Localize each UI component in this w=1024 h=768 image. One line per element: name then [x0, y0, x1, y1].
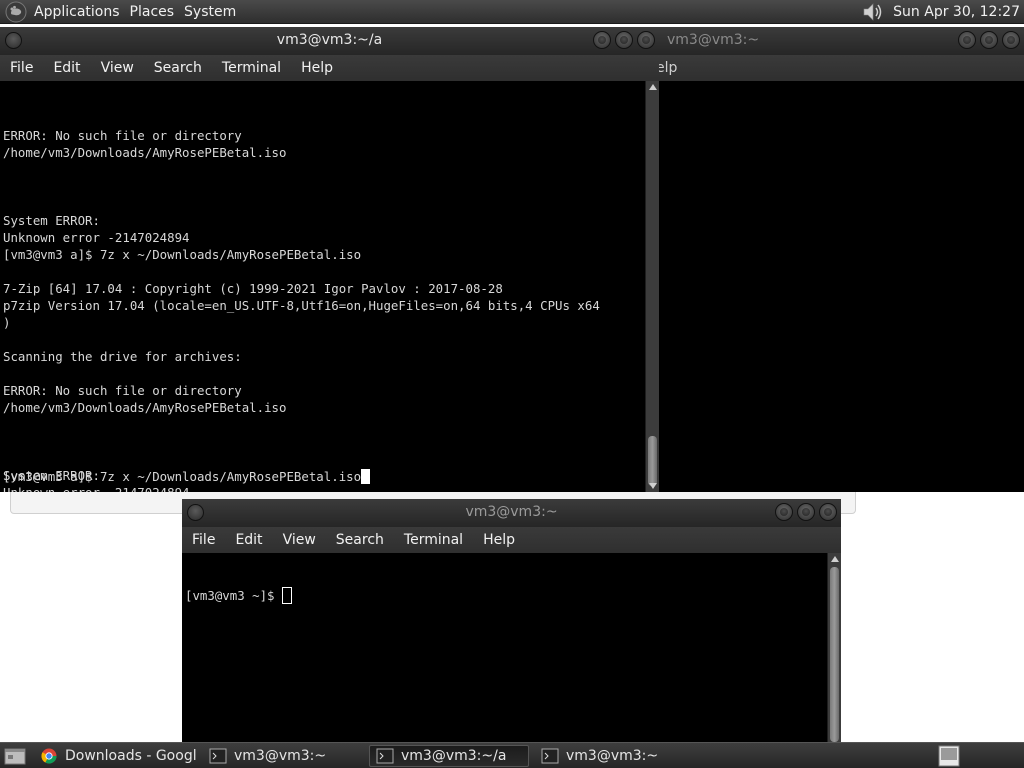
menu-bar: File Edit View Search Terminal Help — [182, 527, 841, 553]
taskbar-item-terminal-home[interactable]: vm3@vm3:~ — [203, 745, 363, 767]
close-button[interactable] — [1002, 31, 1020, 49]
terminal-line: ERROR: No such file or directory — [3, 383, 242, 398]
scrollbar[interactable] — [827, 553, 841, 742]
taskbar-item-label: vm3@vm3:~/a — [401, 747, 507, 764]
title-bar[interactable]: vm3@vm3:~ — [182, 499, 841, 527]
terminal-output[interactable]: ERROR: No such file or directory/home/vm… — [0, 81, 645, 492]
window-title: vm3@vm3:~ — [465, 504, 558, 520]
top-panel: Applications Places System Sun Apr 30, 1… — [0, 0, 1024, 24]
close-button[interactable] — [637, 31, 655, 49]
maximize-button[interactable] — [797, 503, 815, 521]
menu-edit[interactable]: Edit — [225, 532, 272, 548]
maximize-button[interactable] — [980, 31, 998, 49]
menu-terminal[interactable]: Terminal — [394, 532, 473, 548]
taskbar-item-label: vm3@vm3:~ — [234, 747, 327, 764]
terminal-output[interactable]: [vm3@vm3 ~]$ — [182, 553, 827, 742]
workspace-switcher-icon[interactable] — [938, 745, 960, 767]
scrollbar[interactable] — [645, 81, 659, 492]
menu-help[interactable]: Help — [291, 60, 343, 76]
taskbar-item-label: Downloads - Google... — [65, 747, 197, 764]
menu-bar: elp — [640, 55, 1024, 81]
window-title: vm3@vm3:~/a — [276, 32, 383, 48]
terminal-window-bottom[interactable]: vm3@vm3:~ File Edit View Search Terminal… — [182, 499, 841, 742]
scroll-up-arrow[interactable] — [831, 556, 839, 562]
text-cursor — [281, 587, 292, 604]
terminal-line: System ERROR: — [3, 213, 100, 228]
title-bar[interactable]: vm3@vm3:~ — [640, 27, 1024, 55]
taskbar-item-terminal-a[interactable]: vm3@vm3:~/a — [369, 744, 529, 767]
terminal-line: /home/vm3/Downloads/AmyRosePEBetal.iso — [3, 400, 287, 415]
terminal-line: Unknown error -2147024894 — [3, 484, 645, 492]
terminal-icon — [376, 748, 394, 763]
scroll-thumb[interactable] — [830, 567, 839, 742]
maximize-button[interactable] — [615, 31, 633, 49]
menu-edit[interactable]: Edit — [43, 60, 90, 76]
bottom-taskbar: Downloads - Google... vm3@vm3:~ vm3@vm3:… — [0, 742, 1024, 768]
system-menu[interactable]: System — [184, 4, 244, 20]
menu-search[interactable]: Search — [144, 60, 212, 76]
terminal-icon — [541, 748, 559, 763]
panel-clock[interactable]: Sun Apr 30, 12:27 — [893, 4, 1024, 20]
applications-menu[interactable]: Applications — [34, 4, 128, 20]
terminal-line: Unknown error -2147024894 — [3, 230, 190, 245]
minimize-button[interactable] — [958, 31, 976, 49]
menu-bar: File Edit View Search Terminal Help — [0, 55, 659, 81]
terminal-line: p7zip Version 17.04 (locale=en_US.UTF-8,… — [3, 298, 600, 313]
minimize-button[interactable] — [775, 503, 793, 521]
terminal-window-home[interactable]: vm3@vm3:~ elp — [640, 27, 1024, 492]
terminal-line: Scanning the drive for archives: — [3, 349, 242, 364]
scroll-down-arrow[interactable] — [649, 483, 657, 489]
text-cursor — [361, 469, 371, 484]
menu-help[interactable]: Help — [473, 532, 525, 548]
taskbar-item-label: vm3@vm3:~ — [566, 747, 659, 764]
gnome-foot-icon[interactable] — [5, 1, 27, 23]
volume-icon[interactable] — [861, 1, 885, 23]
terminal-line: ERROR: No such file or directory — [3, 128, 242, 143]
terminal-line: ) — [3, 315, 11, 330]
menu-file[interactable]: File — [0, 60, 43, 76]
chrome-icon — [41, 748, 57, 764]
scroll-up-arrow[interactable] — [649, 84, 657, 90]
close-button[interactable] — [819, 503, 837, 521]
minimize-button[interactable] — [593, 31, 611, 49]
menu-view[interactable]: View — [91, 60, 144, 76]
terminal-prompt: [vm3@vm3 ~]$ — [185, 588, 282, 603]
terminal-line: /home/vm3/Downloads/AmyRosePEBetal.iso — [3, 145, 287, 160]
show-desktop-icon[interactable] — [4, 746, 26, 766]
terminal-command: [vm3@vm3 a]$ 7z x ~/Downloads/AmyRosePEB… — [3, 469, 362, 484]
terminal-window-main[interactable]: vm3@vm3:~/a File Edit View Search Termin… — [0, 27, 659, 492]
scroll-thumb[interactable] — [648, 436, 657, 486]
terminal-icon — [209, 748, 227, 763]
menu-view[interactable]: View — [273, 532, 326, 548]
title-bar[interactable]: vm3@vm3:~/a — [0, 27, 659, 55]
terminal-line: [vm3@vm3 a]$ 7z x ~/Downloads/AmyRosePEB… — [3, 247, 362, 262]
taskbar-item-downloads[interactable]: Downloads - Google... — [34, 745, 197, 767]
terminal-output[interactable] — [640, 81, 1024, 492]
terminal-line: 7-Zip [64] 17.04 : Copyright (c) 1999-20… — [3, 281, 503, 296]
menu-terminal[interactable]: Terminal — [212, 60, 291, 76]
places-menu[interactable]: Places — [130, 4, 183, 20]
menu-search[interactable]: Search — [326, 532, 394, 548]
taskbar-item-terminal-home-2[interactable]: vm3@vm3:~ — [535, 745, 695, 767]
terminal-prompt-line: [vm3@vm3 a]$ 7z x ~/Downloads/AmyRosePEB… — [3, 468, 371, 485]
menu-file[interactable]: File — [182, 532, 225, 548]
terminal-prompt-line: [vm3@vm3 ~]$ — [185, 587, 827, 604]
